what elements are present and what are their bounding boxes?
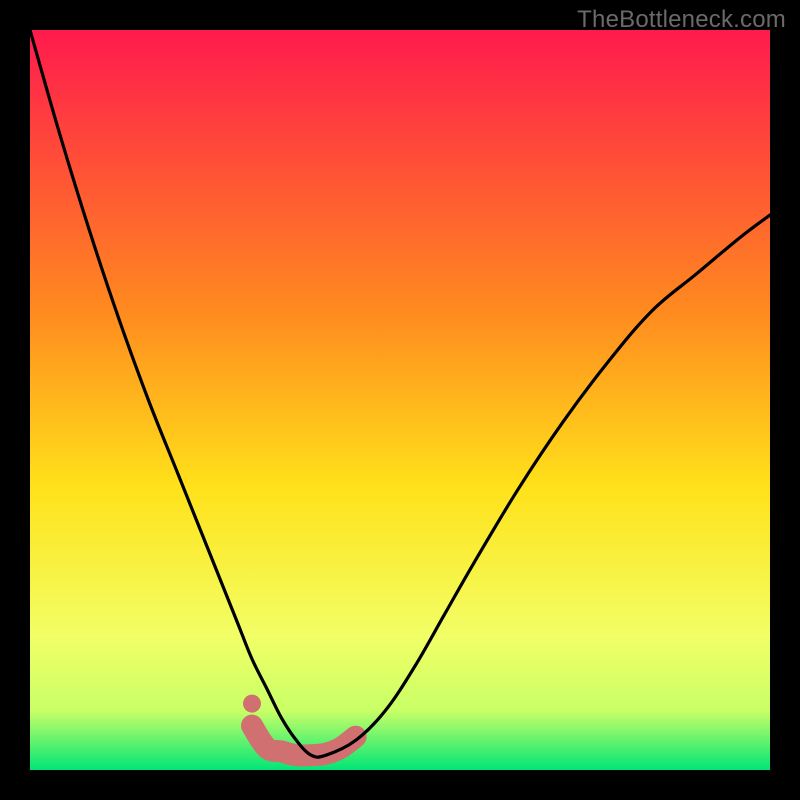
plot-area	[30, 30, 770, 770]
bottleneck-curve	[30, 30, 770, 757]
chart-stage: TheBottleneck.com	[0, 0, 800, 800]
curve-layer	[30, 30, 770, 770]
highlight-dot	[243, 695, 261, 713]
